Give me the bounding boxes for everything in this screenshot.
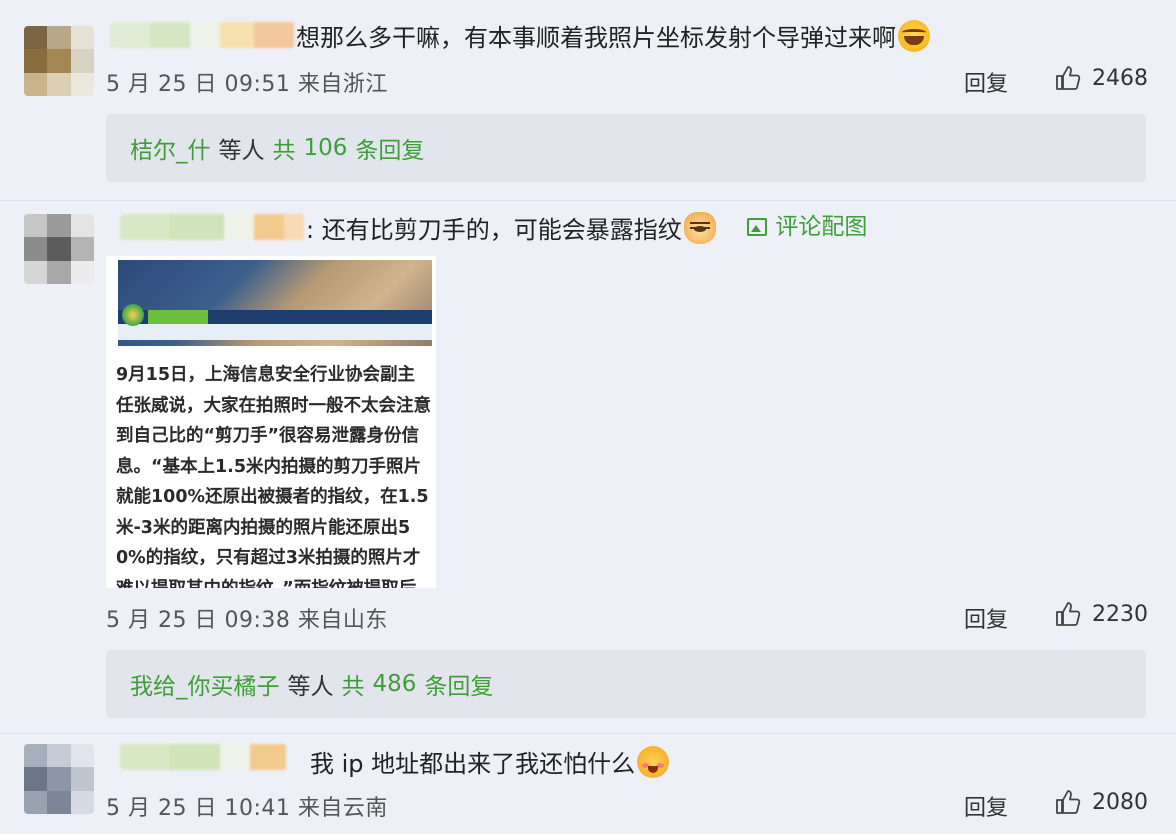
reply-suffix[interactable]: 条回复 <box>424 667 493 701</box>
comment-divider <box>0 733 1176 734</box>
reply-total-prefix[interactable]: 共 <box>342 667 365 701</box>
comment-date: 5 月 25 日 10:41 <box>106 796 291 821</box>
comment-body: 我 ip 地址都出来了我还怕什么 <box>310 750 636 778</box>
avatar[interactable] <box>24 26 94 96</box>
reply-count[interactable]: 106 <box>304 135 348 161</box>
reply-button[interactable]: 回复 <box>964 66 1008 98</box>
reply-button[interactable]: 回复 <box>964 790 1008 822</box>
avatar[interactable] <box>24 744 94 814</box>
avatar[interactable] <box>24 214 94 284</box>
dog-emoji-icon <box>683 212 716 244</box>
like-button[interactable]: 2230 <box>1054 600 1148 628</box>
comment-location: 来自山东 <box>297 608 388 633</box>
comment-image-label: 评论配图 <box>775 214 868 240</box>
reply-others-text: 等人 <box>218 138 265 164</box>
reply-user-link[interactable]: 我给_你买橘子 <box>130 667 280 701</box>
comment-location: 来自云南 <box>297 796 388 821</box>
reply-user-link[interactable]: 桔尔_什 <box>130 131 211 165</box>
blush-emoji-icon <box>637 746 670 778</box>
comment-location: 来自浙江 <box>297 72 388 97</box>
reply-count[interactable]: 486 <box>373 671 417 697</box>
image-icon <box>747 218 768 236</box>
news-video-frame <box>118 260 432 346</box>
comment-image[interactable]: 9月15日，上海信息安全行业协会副主任张威说，大家在拍照时一般不太会注意到自己比… <box>106 256 436 588</box>
news-image-text: 9月15日，上海信息安全行业协会副主任张威说，大家在拍照时一般不太会注意到自己比… <box>116 365 431 588</box>
like-count: 2230 <box>1092 601 1148 627</box>
comment-meta: 5 月 25 日 09:51 来自浙江 <box>106 66 388 98</box>
comment-text: 我 ip 地址都出来了我还怕什么 <box>310 746 670 779</box>
thumbs-up-icon <box>1056 602 1081 626</box>
comment-body: 还有比剪刀手的，可能会暴露指纹 <box>321 216 682 244</box>
thumbs-up-icon <box>1056 66 1081 90</box>
like-count: 2468 <box>1092 65 1148 91</box>
comment-date: 5 月 25 日 09:38 <box>106 608 291 633</box>
comment-text: : 还有比剪刀手的，可能会暴露指纹 评论配图 <box>306 212 868 244</box>
reply-others-text: 等人 <box>287 674 334 700</box>
like-button[interactable]: 2468 <box>1054 64 1148 92</box>
comment-body: 想那么多干嘛，有本事顺着我照片坐标发射个导弹过来啊 <box>296 24 896 52</box>
channel-logo-icon <box>122 304 144 326</box>
username-blurred[interactable] <box>110 22 294 48</box>
like-count: 2080 <box>1092 789 1148 815</box>
laugh-emoji-icon <box>898 20 930 52</box>
comment-divider <box>0 200 1176 201</box>
reply-button[interactable]: 回复 <box>964 602 1008 634</box>
username-blurred[interactable] <box>120 744 286 770</box>
replies-summary[interactable]: 桔尔_什 等人 共 106 条回复 <box>106 114 1146 182</box>
comment-meta: 5 月 25 日 10:41 来自云南 <box>106 790 388 822</box>
replies-summary[interactable]: 我给_你买橘子 等人 共 486 条回复 <box>106 650 1146 718</box>
thumbs-up-icon <box>1056 790 1081 814</box>
reply-suffix[interactable]: 条回复 <box>355 131 424 165</box>
username-blurred[interactable] <box>120 214 304 240</box>
comment-date: 5 月 25 日 09:51 <box>106 72 291 97</box>
comment-image-link[interactable]: 评论配图 <box>747 212 867 242</box>
like-button[interactable]: 2080 <box>1054 788 1148 816</box>
comment-text: 想那么多干嘛，有本事顺着我照片坐标发射个导弹过来啊 <box>296 20 930 53</box>
comment-feed: 想那么多干嘛，有本事顺着我照片坐标发射个导弹过来啊 5 月 25 日 09:51… <box>0 0 1176 834</box>
comment-meta: 5 月 25 日 09:38 来自山东 <box>106 602 388 634</box>
reply-total-prefix[interactable]: 共 <box>273 131 296 165</box>
